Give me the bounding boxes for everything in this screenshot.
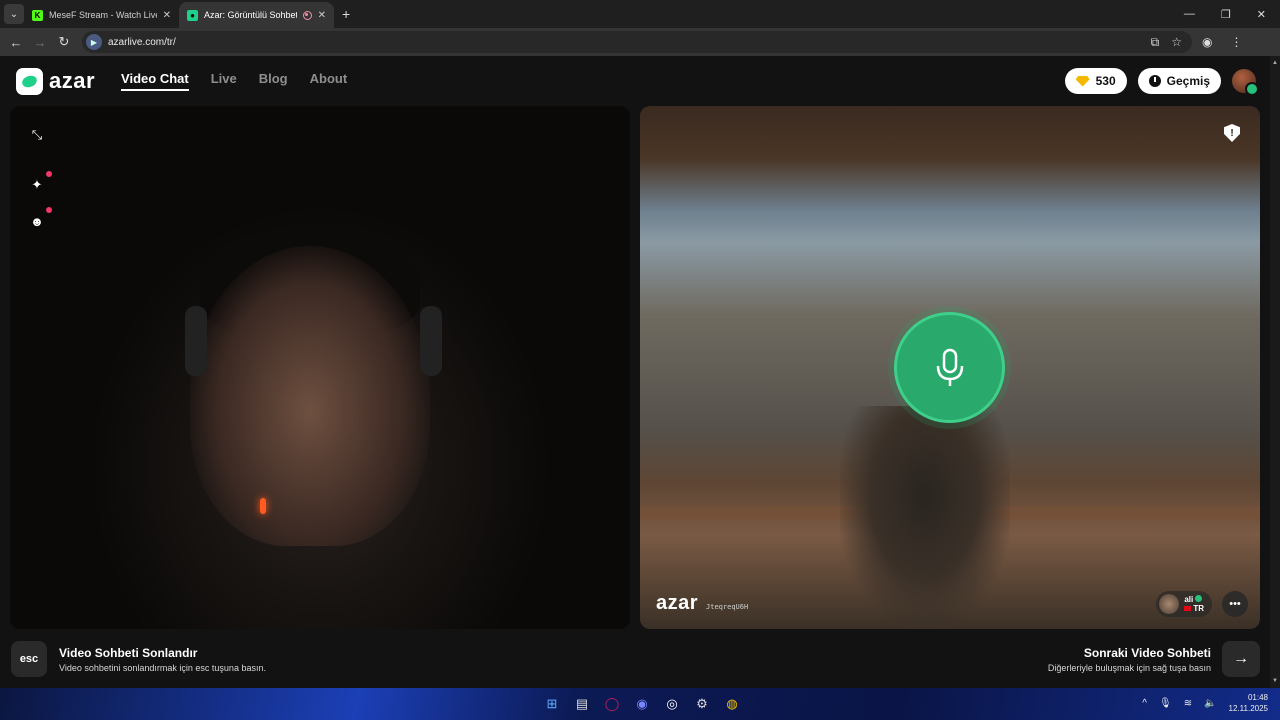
windows-start-icon[interactable]: ⊞ [540, 692, 564, 716]
user-avatar[interactable] [1232, 69, 1259, 96]
close-icon[interactable]: ✕ [318, 10, 326, 21]
azar-icon: ● [187, 9, 198, 21]
windows-taskbar: ⊞ ▤ ◯ ◉ ◎ ⚙ ◍ ^ 🎙 ≋ 🔈 01:48 12.11.2025 [0, 688, 1280, 720]
headphone-right [420, 306, 442, 376]
discord-icon[interactable]: ◉ [630, 692, 654, 716]
peer-avatar [1159, 594, 1180, 614]
url-text: azarlive.com/tr/ [108, 36, 176, 48]
menu-kebab-icon[interactable]: ⋮ [1230, 35, 1242, 49]
cast-icon[interactable]: ⧉ [1151, 35, 1160, 50]
azar-logo[interactable]: azar [16, 67, 96, 95]
azar-watermark: azar JteqreqU6H [656, 592, 748, 615]
scroll-down-icon[interactable]: ▼ [1272, 678, 1278, 684]
profile-icon[interactable]: ◉ [1202, 35, 1212, 49]
local-person [190, 246, 430, 546]
steam-icon[interactable]: ⚙ [690, 692, 714, 716]
tray-chevron-icon[interactable]: ^ [1142, 698, 1147, 709]
remote-video: ! azar JteqreqU6H ali TR ••• [640, 106, 1260, 629]
site-info-icon[interactable]: ▶ [86, 34, 102, 50]
window-controls: — ❐ ✕ [1184, 8, 1266, 21]
restore-icon[interactable]: ❐ [1221, 8, 1231, 21]
close-icon[interactable]: ✕ [163, 10, 171, 21]
back-icon[interactable]: ← [4, 35, 28, 50]
scroll-up-icon[interactable]: ▲ [1272, 60, 1278, 66]
tab-title: Azar: Görüntülü Sohbet, Yeni [204, 10, 297, 20]
new-tab-button[interactable]: + [342, 6, 350, 22]
minimize-icon[interactable]: — [1184, 8, 1195, 21]
next-chat-hint: Diğerleriyle buluşmak için sağ tuşa bası… [1047, 663, 1211, 673]
obs-icon[interactable]: ◎ [660, 692, 684, 716]
clock-time: 01:48 [1247, 693, 1268, 702]
wifi-icon[interactable]: ≋ [1184, 698, 1192, 709]
kick-icon: K [32, 9, 43, 21]
verified-icon [1195, 595, 1203, 602]
tab-search-chevron-icon[interactable]: ⌄ [4, 4, 24, 24]
next-chat-arrow-icon[interactable]: → [1222, 641, 1260, 677]
nav-video-chat[interactable]: Video Chat [121, 71, 189, 91]
led-light [260, 498, 266, 514]
reload-icon[interactable]: ↻ [52, 34, 76, 50]
end-chat-hint: Video sohbetini sonlandırmak için esc tu… [59, 663, 266, 673]
main-nav: Video Chat Live Blog About [121, 71, 347, 91]
remote-person [840, 406, 1010, 629]
recording-icon [302, 10, 312, 20]
tab-title: MeseF Stream - Watch Live on Kick [49, 10, 157, 20]
clock[interactable]: 01:48 12.11.2025 [1229, 692, 1268, 714]
chat-footer: esc Video Sohbeti Sonlandır Video sohbet… [0, 636, 1270, 682]
effects-sparkle-icon[interactable]: ✦ [28, 171, 52, 194]
tray-mic-icon[interactable]: 🎙 [1159, 698, 1172, 709]
clock-date: 12.11.2025 [1228, 704, 1268, 713]
browser-tabbar: ⌄ K MeseF Stream - Watch Live on Kick ✕ … [0, 0, 1280, 28]
history-label: Geçmiş [1166, 74, 1210, 88]
peer-name: ali [1184, 595, 1194, 604]
nav-about[interactable]: About [310, 71, 348, 91]
file-explorer-icon[interactable]: ▤ [570, 692, 594, 716]
close-window-icon[interactable]: ✕ [1257, 8, 1266, 21]
azar-page: azar Video Chat Live Blog About 530 Geçm… [0, 56, 1280, 688]
browser-toolbar: ← → ↻ ▶ azarlive.com/tr/ ⧉ ☆ ◉ ⋮ [0, 28, 1280, 56]
gems-button[interactable]: 530 [1064, 68, 1127, 94]
end-chat-button[interactable]: esc [11, 641, 47, 677]
logo-text: azar [49, 68, 96, 93]
peer-profile[interactable]: ali TR [1156, 591, 1212, 617]
history-button[interactable]: Geçmiş [1137, 68, 1221, 94]
forward-icon[interactable]: → [28, 35, 52, 50]
watermark-logo: azar [656, 592, 699, 614]
volume-icon[interactable]: 🔈 [1204, 698, 1216, 709]
opera-icon[interactable]: ◯ [600, 692, 624, 716]
address-bar[interactable]: ▶ azarlive.com/tr/ ⧉ ☆ [82, 31, 1192, 53]
end-chat-title: Video Sohbeti Sonlandır [59, 646, 198, 660]
face-filter-icon[interactable]: ☻ [28, 207, 52, 230]
peer-country: TR [1193, 604, 1204, 613]
tab-mesef-stream[interactable]: K MeseF Stream - Watch Live on Kick ✕ [24, 2, 179, 28]
turkey-flag-icon [1184, 606, 1192, 611]
azar-logo-icon [16, 67, 43, 95]
nav-blog[interactable]: Blog [259, 71, 288, 91]
site-header: azar Video Chat Live Blog About 530 Geçm… [0, 56, 1270, 106]
next-chat-title: Sonraki Video Sohbeti [1083, 646, 1211, 660]
gems-count: 530 [1095, 74, 1116, 88]
local-video: ⤡ ✦ ☻ [10, 106, 630, 629]
report-shield-icon[interactable]: ! [1224, 124, 1240, 142]
headphone-left [185, 306, 207, 376]
watermark-id: JteqreqU6H [706, 603, 749, 611]
scrollbar[interactable]: ▲ ▼ [1270, 56, 1280, 688]
microphone-icon [894, 312, 1005, 423]
chat-bubble-icon[interactable]: ••• [1222, 591, 1248, 617]
tab-azar[interactable]: ● Azar: Görüntülü Sohbet, Yeni ✕ [179, 2, 334, 28]
clock-icon [1148, 75, 1161, 87]
bookmark-star-icon[interactable]: ☆ [1171, 35, 1182, 50]
nav-live[interactable]: Live [211, 71, 237, 91]
chrome-icon[interactable]: ◍ [720, 692, 744, 716]
minimize-video-icon[interactable]: ⤡ [28, 126, 46, 144]
gem-icon [1075, 75, 1090, 87]
